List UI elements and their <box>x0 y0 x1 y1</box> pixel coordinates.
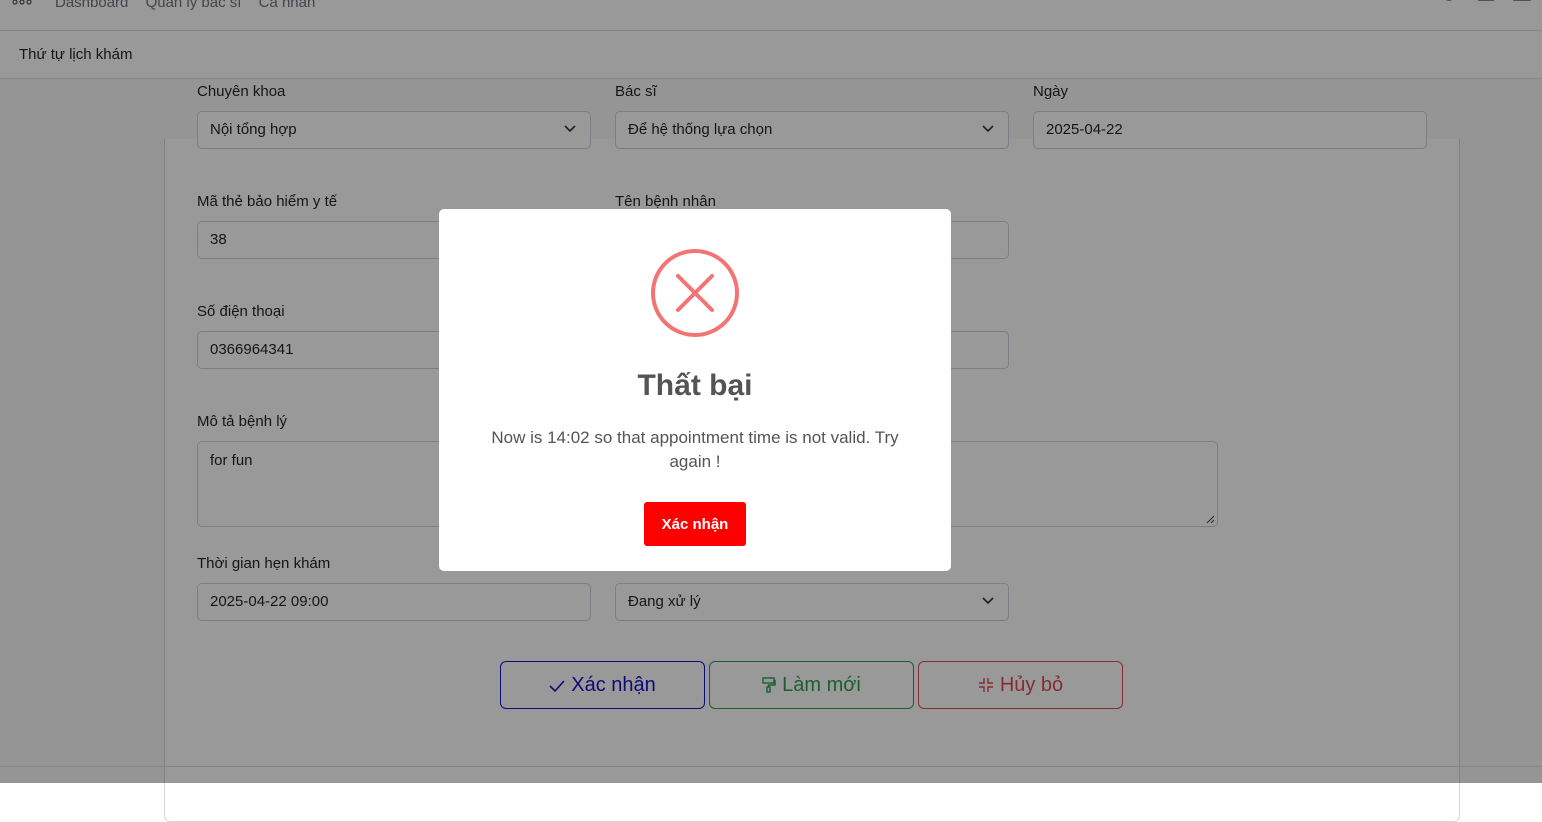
error-dialog: Thất bại Now is 14:02 so that appointmen… <box>439 209 951 571</box>
dialog-title: Thất bại <box>637 369 753 402</box>
dialog-message: Now is 14:02 so that appointment time is… <box>491 428 899 471</box>
error-x-icon <box>651 249 739 337</box>
dialog-confirm-button[interactable]: Xác nhận <box>644 502 746 546</box>
